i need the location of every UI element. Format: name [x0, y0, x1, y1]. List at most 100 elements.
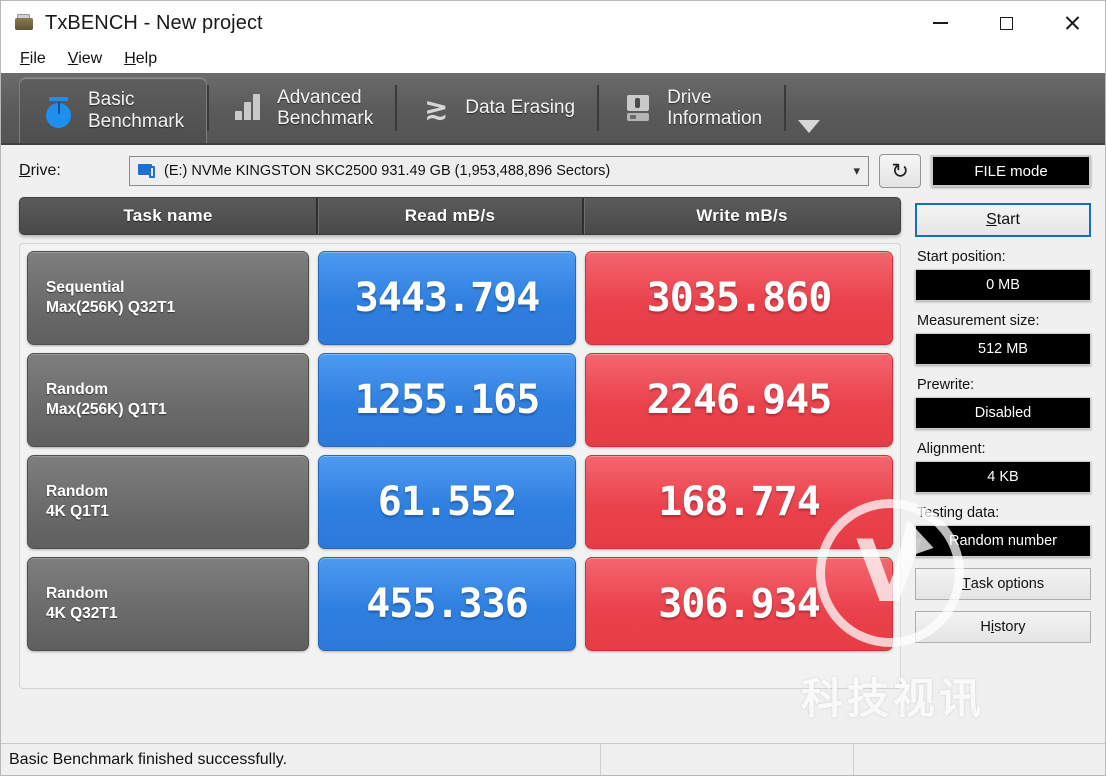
tab-overflow-button[interactable]: [798, 73, 821, 143]
task-name-line1: Random: [46, 483, 108, 501]
write-value-cell: 168.774: [585, 455, 893, 549]
table-row: Random 4K Q32T1 455.336 306.934: [27, 557, 893, 651]
drive-select-value: (E:) NVMe KINGSTON SKC2500 931.49 GB (1,…: [164, 163, 611, 179]
close-button[interactable]: [1039, 1, 1105, 45]
drive-row: Drive: (E:) NVMe KINGSTON SKC2500 931.49…: [1, 145, 1105, 197]
task-options-button[interactable]: Task options: [915, 568, 1091, 600]
minimize-icon: [932, 22, 948, 24]
history-rest: story: [994, 619, 1026, 635]
window-title: TxBENCH - New project: [45, 11, 263, 34]
table-row: Random Max(256K) Q1T1 1255.165 2246.945: [27, 353, 893, 447]
column-header-read: Read mB/s: [316, 198, 582, 234]
task-options-rest: ask options: [970, 576, 1045, 592]
task-name-line2: 4K Q1T1: [46, 503, 109, 520]
write-value: 306.934: [658, 581, 821, 627]
task-name-cell[interactable]: Sequential Max(256K) Q32T1: [27, 251, 309, 345]
write-value-cell: 3035.860: [585, 251, 893, 345]
erase-icon: ≳: [424, 91, 449, 125]
tab-data-erasing[interactable]: ≳ Data Erasing: [397, 73, 597, 143]
tab-drive-information[interactable]: Drive Information: [599, 73, 784, 143]
file-mode-button[interactable]: FILE mode: [931, 155, 1091, 187]
stopwatch-icon: [42, 94, 76, 128]
read-value: 61.552: [377, 479, 517, 525]
task-name-line1: Random: [46, 381, 108, 399]
refresh-icon: ↻: [891, 158, 909, 183]
refresh-drives-button[interactable]: ↻: [879, 154, 921, 188]
table-body: Sequential Max(256K) Q32T1 3443.794 3035…: [19, 243, 901, 689]
drive-icon: [621, 91, 655, 125]
tab-data-erasing-label: Data Erasing: [465, 97, 576, 119]
tab-advanced-benchmark[interactable]: Advanced Benchmark: [209, 73, 395, 143]
testing-data-label: Testing data:: [917, 505, 1000, 521]
prewrite-value[interactable]: Disabled: [915, 397, 1091, 429]
close-icon: [1064, 15, 1080, 31]
task-name-line2: 4K Q32T1: [46, 605, 118, 622]
status-message: Basic Benchmark finished successfully.: [1, 743, 601, 775]
task-name-cell[interactable]: Random Max(256K) Q1T1: [27, 353, 309, 447]
tab-basic-benchmark[interactable]: Basic Benchmark: [19, 77, 208, 143]
chevron-down-icon: ▾: [853, 163, 860, 178]
task-name-line2: Max(256K) Q32T1: [46, 299, 176, 316]
task-name-line2: Max(256K) Q1T1: [46, 401, 167, 418]
alignment-label: Alignment:: [917, 441, 986, 457]
start-button-rest: tart: [996, 211, 1020, 228]
task-name-cell[interactable]: Random 4K Q32T1: [27, 557, 309, 651]
status-bar: Basic Benchmark finished successfully.: [1, 743, 1105, 776]
bar-chart-icon: [231, 91, 265, 125]
read-value: 1255.165: [354, 377, 541, 423]
maximize-icon: [999, 16, 1013, 30]
tab-divider: [784, 85, 787, 131]
status-pane-2: [601, 743, 854, 775]
table-row: Sequential Max(256K) Q32T1 3443.794 3035…: [27, 251, 893, 345]
read-value: 455.336: [366, 581, 529, 627]
read-value-cell: 3443.794: [318, 251, 576, 345]
task-name-line1: Random: [46, 585, 108, 603]
settings-panel: Start Start position: 0 MB Measurement s…: [915, 197, 1091, 689]
column-header-task-name: Task name: [123, 206, 213, 225]
chevron-down-icon: [798, 120, 821, 133]
tab-advanced-benchmark-label: Advanced Benchmark: [277, 86, 374, 129]
write-value: 2246.945: [646, 377, 833, 423]
read-value-cell: 1255.165: [318, 353, 576, 447]
write-value-cell: 306.934: [585, 557, 893, 651]
tab-strip: Basic Benchmark Advanced Benchmark ≳ Data …: [1, 73, 1105, 145]
drive-select[interactable]: (E:) NVMe KINGSTON SKC2500 931.49 GB (1,…: [129, 156, 869, 186]
tab-basic-benchmark-label: Basic Benchmark: [88, 89, 185, 132]
start-position-value[interactable]: 0 MB: [915, 269, 1091, 301]
txbench-window: TxBENCH - New project File View Help Bas…: [0, 0, 1106, 776]
menu-bar: File View Help: [1, 45, 1105, 73]
title-bar: TxBENCH - New project: [1, 1, 1105, 45]
task-name-line1: Sequential: [46, 279, 125, 297]
app-icon: [13, 13, 35, 33]
measurement-size-value[interactable]: 512 MB: [915, 333, 1091, 365]
alignment-value[interactable]: 4 KB: [915, 461, 1091, 493]
tab-drive-information-label: Drive Information: [667, 86, 763, 129]
drive-label: Drive:: [19, 162, 61, 179]
task-name-cell[interactable]: Random 4K Q1T1: [27, 455, 309, 549]
watermark-text-en: T e c h n o l o g y: [807, 707, 980, 717]
status-pane-3: [854, 744, 1105, 776]
menu-help[interactable]: Help: [115, 48, 166, 70]
write-value: 3035.860: [646, 275, 833, 321]
start-position-label: Start position:: [917, 249, 1006, 265]
testing-data-value[interactable]: Random number: [915, 525, 1091, 557]
read-value-cell: 455.336: [318, 557, 576, 651]
menu-file[interactable]: File: [11, 48, 55, 70]
history-button[interactable]: Hi story: [915, 611, 1091, 643]
read-value: 3443.794: [354, 275, 541, 321]
main-content: Task name Read mB/s Write mB/s Sequentia…: [1, 197, 1105, 689]
table-row: Random 4K Q1T1 61.552 168.774: [27, 455, 893, 549]
prewrite-label: Prewrite:: [917, 377, 975, 393]
window-controls: [907, 1, 1105, 45]
minimize-button[interactable]: [907, 1, 973, 45]
table-header-row: Task name Read mB/s Write mB/s: [19, 197, 901, 235]
start-button[interactable]: Start: [915, 203, 1091, 237]
column-header-write: Write mB/s: [582, 198, 900, 234]
write-value-cell: 2246.945: [585, 353, 893, 447]
menu-view[interactable]: View: [59, 48, 111, 70]
disk-drive-icon: [138, 163, 156, 179]
menu-help-rest: elp: [135, 49, 158, 67]
menu-view-rest: iew: [78, 49, 103, 67]
write-value: 168.774: [658, 479, 821, 525]
maximize-button[interactable]: [973, 1, 1039, 45]
